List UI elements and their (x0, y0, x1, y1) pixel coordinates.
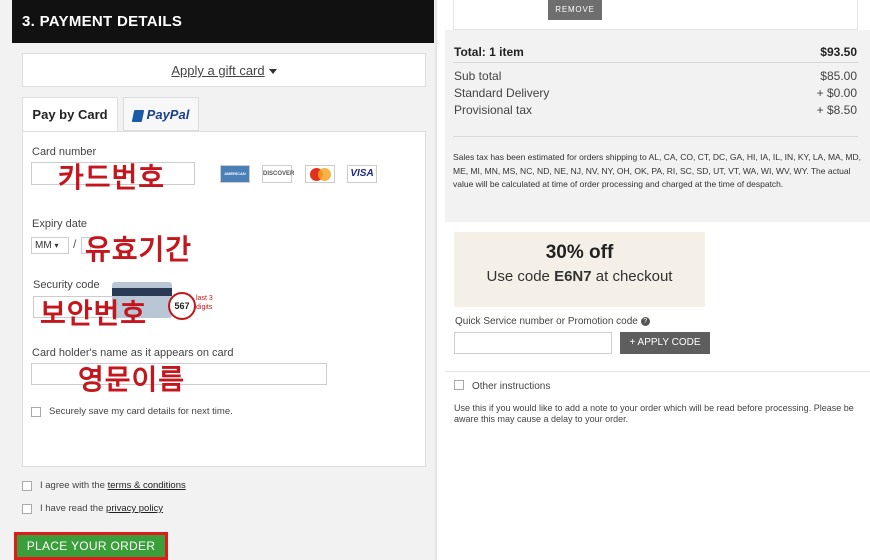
promo-code: E6N7 (554, 268, 592, 285)
tab-paypal[interactable]: PayPal (123, 97, 199, 131)
expiry-annotation: 유효기간 (85, 234, 193, 265)
divider (453, 136, 858, 137)
gift-card-link[interactable]: Apply a gift card (171, 63, 264, 78)
visa-icon: VISA (347, 165, 377, 183)
subtotal-value: $85.00 (820, 69, 857, 83)
total-label: Total: 1 item (454, 45, 524, 59)
privacy-text: I have read the privacy policy (40, 503, 163, 514)
terms-checkbox[interactable] (22, 481, 32, 491)
chevron-down-icon (268, 69, 277, 75)
total-value: $93.50 (820, 45, 857, 59)
payment-section-title: 3. PAYMENT DETAILS (12, 0, 434, 43)
privacy-checkbox[interactable] (22, 504, 32, 514)
promo-field-label-text: Quick Service number or Promotion code (455, 316, 638, 327)
expiry-month-select[interactable]: MM ▾ (31, 237, 69, 254)
place-order-button[interactable]: PLACE YOUR ORDER (14, 532, 168, 560)
other-instructions-note: Use this if you would like to add a note… (454, 403, 854, 424)
divider (445, 371, 870, 372)
promo-line: Use code E6N7 at checkout (454, 268, 705, 285)
remove-item-button[interactable]: REMOVE (548, 0, 602, 20)
subtotal-label: Sub total (454, 69, 502, 83)
terms-link[interactable]: terms & conditions (108, 480, 186, 491)
save-card-label: Securely save my card details for next t… (49, 406, 233, 417)
tab-pay-by-card[interactable]: Pay by Card (22, 97, 118, 132)
privacy-link[interactable]: privacy policy (106, 503, 163, 514)
terms-text: I agree with the terms & conditions (40, 480, 186, 491)
paypal-icon (131, 109, 144, 122)
help-icon[interactable]: ? (640, 316, 650, 326)
visa-logo-text: VISA (350, 168, 374, 179)
card-number-annotation: 카드번호 (58, 162, 166, 193)
promo-field-label: Quick Service number or Promotion code ? (455, 316, 650, 327)
gift-card-toggle[interactable]: Apply a gift card (22, 53, 426, 87)
card-holder-annotation: 영문이름 (78, 364, 186, 395)
discover-icon: DISCOVER (262, 165, 295, 183)
expiry-date-label: Expiry date (32, 218, 88, 230)
mastercard-icon (305, 165, 335, 183)
delivery-value: + $0.00 (816, 86, 857, 100)
security-code-label: Security code (33, 279, 100, 291)
expiry-slash: / (73, 237, 77, 251)
expiry-month-value: MM (35, 240, 52, 251)
promo-line-prefix: Use code (486, 268, 555, 285)
other-instructions-label: Other instructions (472, 381, 551, 392)
dropdown-arrow-icon: ▾ (54, 241, 59, 250)
basket-item-card (453, 0, 858, 30)
promo-headline: 30% off (545, 242, 614, 263)
delivery-label: Standard Delivery (454, 86, 550, 100)
paypal-label: PayPal (146, 107, 190, 122)
terms-prefix: I agree with the (40, 480, 108, 491)
sales-tax-note: Sales tax has been estimated for orders … (453, 152, 862, 189)
tax-label: Provisional tax (454, 103, 533, 117)
amex-logo-text: AMERICAN EXPRESS (224, 171, 246, 192)
divider (453, 62, 858, 63)
discover-logo-text: DISCOVER (263, 171, 295, 177)
amex-icon: AMERICAN EXPRESS (220, 165, 250, 192)
apply-code-button[interactable]: + APPLY CODE (620, 332, 710, 354)
security-code-annotation: 보안번호 (40, 298, 148, 329)
security-code-sample: 567 (168, 292, 196, 320)
other-instructions-checkbox[interactable] (454, 380, 464, 390)
security-code-hint: last 3 digits (196, 295, 213, 311)
save-card-checkbox[interactable] (31, 407, 41, 417)
promo-banner: 30% off Use code E6N7 at checkout (454, 232, 705, 307)
tax-value: + $8.50 (816, 103, 857, 117)
promo-line-suffix: at checkout (591, 268, 673, 285)
privacy-prefix: I have read the (40, 503, 107, 514)
promo-code-input[interactable] (454, 332, 612, 354)
